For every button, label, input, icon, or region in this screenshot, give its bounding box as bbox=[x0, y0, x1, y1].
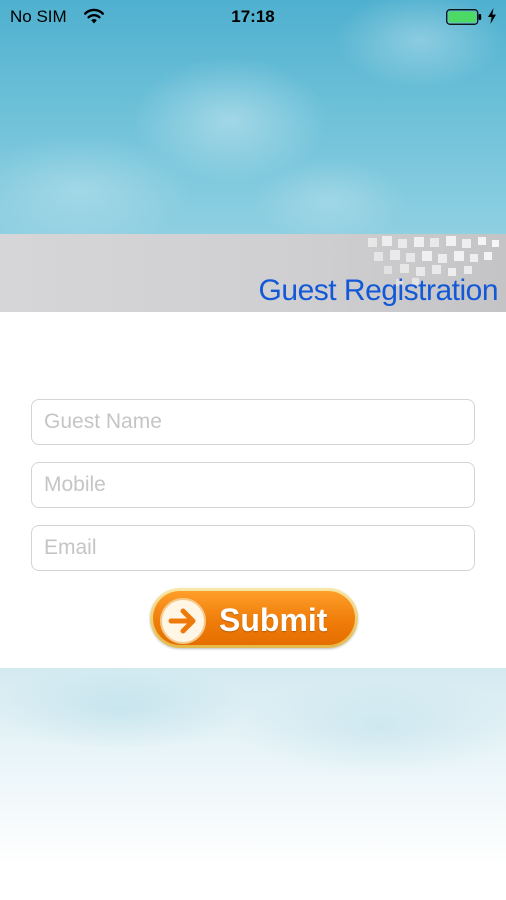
header-sky-image bbox=[0, 0, 506, 234]
page-title: Guest Registration bbox=[258, 274, 499, 307]
arrow-right-circle-icon bbox=[160, 598, 206, 644]
email-input[interactable] bbox=[31, 525, 475, 571]
status-bar: No SIM 17:18 bbox=[0, 0, 506, 34]
registration-banner: Guest Registration bbox=[0, 234, 506, 312]
mobile-input[interactable] bbox=[31, 462, 475, 508]
submit-button-face: Submit bbox=[153, 591, 355, 645]
footer-sky-image bbox=[0, 668, 506, 900]
clock-label: 17:18 bbox=[231, 7, 275, 26]
battery-charging-icon bbox=[446, 9, 482, 25]
guest-name-input[interactable] bbox=[31, 399, 475, 445]
submit-button-label: Submit bbox=[219, 602, 328, 638]
charging-bolt-icon bbox=[488, 8, 496, 24]
submit-button[interactable]: Submit bbox=[150, 588, 358, 648]
registration-form: Submit bbox=[0, 312, 506, 668]
